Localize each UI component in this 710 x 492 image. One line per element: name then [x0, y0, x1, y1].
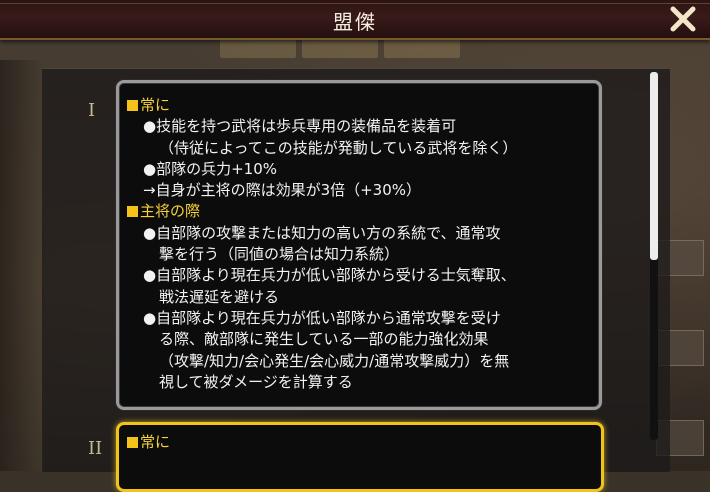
- section-heading-text: 主将の際: [140, 202, 201, 221]
- dialog-title: 盟傑: [333, 10, 377, 34]
- description-line: →自身が主将の際は効果が3倍（+30%）: [143, 181, 422, 200]
- skill-rank-mark: II: [88, 438, 103, 459]
- description-line: ●自部隊より現在兵力が低い部隊から受ける士気奪取、: [143, 266, 516, 285]
- skill-rank-mark: I: [88, 100, 96, 121]
- description-line: 視して被ダメージを計算する: [159, 372, 353, 391]
- description-line: ●技能を持つ武将は歩兵専用の装備品を装着可: [143, 117, 457, 136]
- dialog-header: 盟傑: [0, 0, 710, 40]
- description-line: ●自部隊の攻撃または知力の高い方の系統で、通常攻: [143, 223, 501, 242]
- skill-description-card[interactable]: 常に ●技能を持つ武将は歩兵専用の装備品を装着可 （侍従によってこの技能が発動し…: [116, 80, 602, 410]
- description-line: 撃を行う（同値の場合は知力系統）: [159, 245, 400, 264]
- scrollbar-thumb[interactable]: [650, 72, 658, 260]
- background-decoration: [0, 60, 44, 471]
- description-line: （攻撃/知力/会心発生/会心威力/通常攻撃威力）を無: [159, 351, 510, 370]
- section-heading-text: 常に: [140, 96, 171, 114]
- square-bullet-icon: [127, 437, 138, 448]
- close-button[interactable]: [666, 2, 700, 36]
- square-bullet-icon: [127, 100, 138, 111]
- description-line: 戦法遅延を避ける: [159, 287, 280, 306]
- square-bullet-icon: [127, 206, 138, 218]
- section-heading: 主将の際: [127, 201, 599, 222]
- close-icon: [670, 6, 696, 32]
- description-line: ●自部隊より現在兵力が低い部隊から通常攻撃を受け: [143, 308, 501, 327]
- section-heading: 常に: [127, 95, 599, 116]
- skill-description-card-selected[interactable]: 常に: [116, 422, 604, 492]
- description-line: （侍従によってこの技能が発動している武将を除く）: [159, 138, 518, 157]
- description-line: ●部隊の兵力+10%: [143, 159, 277, 178]
- description-line: る際、敵部隊に発生している一部の能力強化効果: [159, 330, 489, 349]
- section-heading-text: 常に: [140, 433, 171, 451]
